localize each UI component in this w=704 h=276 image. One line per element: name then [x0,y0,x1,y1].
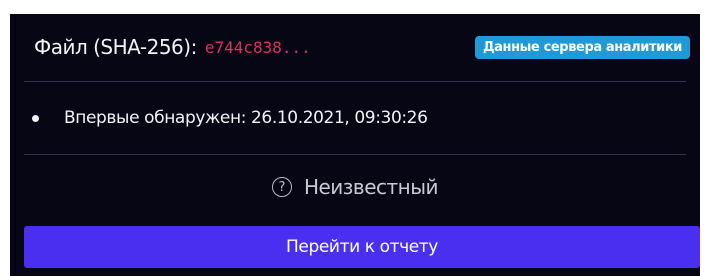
source-badge: Данные сервера аналитики [474,35,690,59]
question-circle-icon: ? [271,177,292,197]
status-row: ? Неизвестный [10,158,700,216]
panel-header: Файл (SHA-256): e744c838... Данные серве… [10,14,700,80]
file-label: Файл (SHA-256): [34,35,197,59]
file-info-panel: Файл (SHA-256): e744c838... Данные серве… [10,14,700,276]
divider [24,154,686,155]
bullet-icon [32,114,39,122]
info-list-item: Впервые обнаружен: 26.10.2021, 09:30:26 [10,82,700,154]
file-hash[interactable]: e744c838... [205,38,311,57]
status-label: Неизвестный [303,175,439,199]
go-to-report-button[interactable]: Перейти к отчету [24,226,700,268]
first-seen-text: Впервые обнаружен: 26.10.2021, 09:30:26 [64,108,428,128]
